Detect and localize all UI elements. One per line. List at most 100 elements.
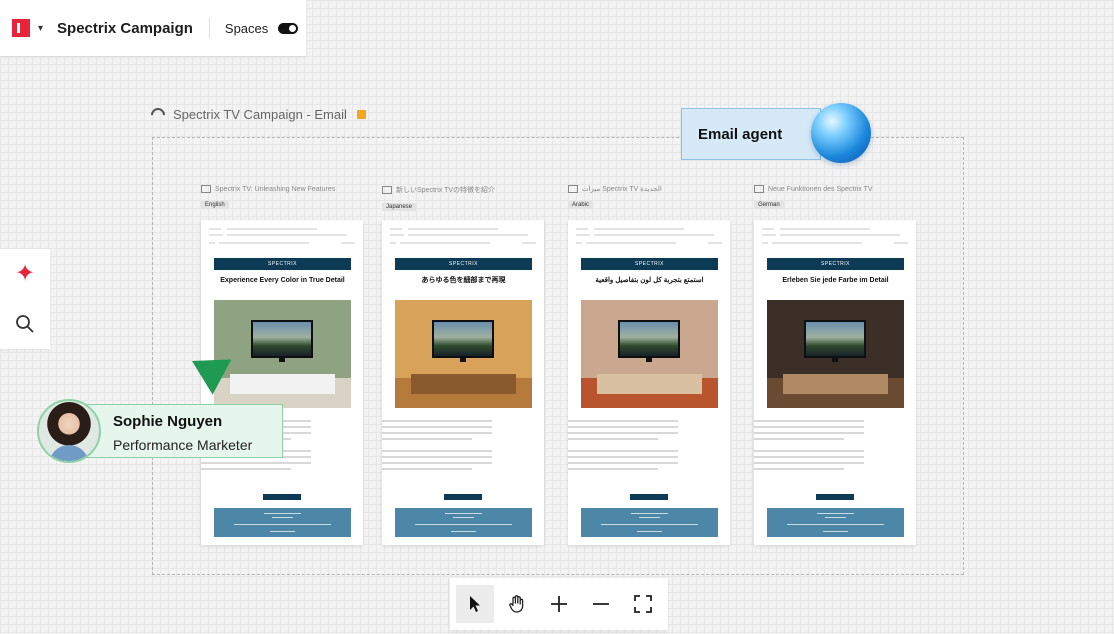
- footer-text-line: [601, 524, 698, 525]
- placeholder-line: [382, 468, 472, 470]
- placeholder-line: [772, 242, 862, 244]
- placeholder-line: [568, 438, 658, 440]
- placeholder-line: [390, 242, 396, 244]
- divider: [208, 18, 210, 38]
- spaces-toggle[interactable]: [278, 22, 299, 34]
- hero-image: [395, 300, 532, 408]
- language-badge: Japanese: [382, 203, 417, 211]
- email-header-arabic: ميزات Spectrix TV الجديدة Arabic: [568, 185, 738, 211]
- tv-image: [618, 320, 680, 358]
- avatar: [37, 399, 101, 463]
- placeholder-line: [227, 234, 347, 236]
- email-preview-arabic[interactable]: SPECTRIX استمتع بتجربة كل لون بتفاصيل وا…: [568, 220, 730, 545]
- fit-screen-button[interactable]: [624, 585, 662, 623]
- zoom-out-icon: [593, 603, 609, 605]
- ai-sparkle-icon: ✦: [14, 260, 36, 287]
- email-subject: Spectrix TV: Unleashing New Features: [215, 185, 336, 193]
- placeholder-line: [219, 242, 309, 244]
- hero-image: [214, 300, 351, 408]
- placeholder-line: [209, 234, 223, 236]
- search-button[interactable]: [0, 299, 50, 349]
- placeholder-line: [568, 468, 658, 470]
- placeholder-line: [209, 228, 221, 230]
- placeholder-line: [754, 432, 864, 434]
- placeholder-line: [754, 450, 864, 452]
- placeholder-line: [568, 432, 678, 434]
- placeholder-line: [594, 228, 684, 230]
- placeholder-line: [762, 234, 776, 236]
- app-logo-icon[interactable]: [12, 19, 30, 37]
- footer-text-line: [817, 513, 854, 514]
- placeholder-line: [780, 234, 900, 236]
- tv-image: [432, 320, 494, 358]
- media-console: [783, 374, 888, 394]
- placeholder-line: [894, 242, 908, 244]
- placeholder-line: [568, 462, 678, 464]
- placeholder-line: [341, 242, 355, 244]
- campaign-frame-title[interactable]: Spectrix TV Campaign - Email: [148, 104, 366, 125]
- tv-stand: [460, 358, 466, 362]
- placeholder-line: [576, 234, 590, 236]
- email-agent-label: Email agent: [698, 125, 783, 143]
- email-header-japanese: 新しいSpectrix TVの特徴を紹介 Japanese: [382, 185, 552, 213]
- envelope-icon: [754, 185, 764, 193]
- placeholder-line: [594, 234, 714, 236]
- cta-button[interactable]: [816, 494, 854, 500]
- placeholder-line: [209, 242, 215, 244]
- media-console: [411, 374, 516, 394]
- footer-text-line: [639, 517, 660, 518]
- tv-stand: [646, 358, 652, 362]
- footer-text-line: [451, 531, 476, 532]
- language-badge: Arabic: [568, 201, 594, 209]
- cta-button[interactable]: [263, 494, 301, 500]
- envelope-icon: [568, 185, 578, 193]
- collaborator-name: Sophie Nguyen: [113, 413, 223, 430]
- spaces-label: Spaces: [224, 20, 269, 36]
- footer-text-line: [272, 517, 293, 518]
- placeholder-line: [754, 468, 844, 470]
- loading-arc-icon: [148, 104, 168, 125]
- placeholder-line: [400, 242, 490, 244]
- email-agent-card[interactable]: Email agent: [681, 108, 821, 160]
- placeholder-line: [382, 420, 492, 422]
- placeholder-line: [780, 228, 870, 230]
- placeholder-line: [762, 242, 768, 244]
- placeholder-line: [754, 420, 864, 422]
- footer-text-line: [415, 524, 512, 525]
- cta-button[interactable]: [444, 494, 482, 500]
- email-preview-japanese[interactable]: SPECTRIX あらゆる色を細部まで再現: [382, 220, 544, 545]
- zoom-out-button[interactable]: [582, 585, 620, 623]
- placeholder-line: [762, 228, 774, 230]
- cta-button[interactable]: [630, 494, 668, 500]
- placeholder-line: [576, 228, 588, 230]
- hand-pan-icon: [509, 595, 524, 613]
- email-footer: [395, 508, 532, 537]
- placeholder-line: [522, 242, 536, 244]
- email-preview-english[interactable]: SPECTRIX Experience Every Color in True …: [201, 220, 363, 545]
- brand-bar: SPECTRIX: [214, 258, 351, 270]
- placeholder-line: [382, 426, 492, 428]
- select-tool-button[interactable]: [456, 585, 494, 623]
- placeholder-line: [382, 438, 472, 440]
- email-footer: [581, 508, 718, 537]
- placeholder-line: [382, 450, 492, 452]
- pan-tool-button[interactable]: [498, 585, 536, 623]
- placeholder-line: [754, 456, 864, 458]
- footer-text-line: [825, 517, 846, 518]
- email-preview-german[interactable]: SPECTRIX Erleben Sie jede Farbe im Detai…: [754, 220, 916, 545]
- zoom-in-button[interactable]: [540, 585, 578, 623]
- project-title[interactable]: Spectrix Campaign: [57, 20, 193, 37]
- hero-image: [767, 300, 904, 408]
- tv-image: [251, 320, 313, 358]
- tv-stand: [832, 358, 838, 362]
- email-footer: [214, 508, 351, 537]
- bottom-toolbar: [450, 578, 668, 630]
- email-subject: ميزات Spectrix TV الجديدة: [582, 186, 662, 193]
- select-cursor-icon: [470, 596, 480, 612]
- placeholder-line: [576, 242, 582, 244]
- placeholder-line: [390, 228, 402, 230]
- email-header-english: Spectrix TV: Unleashing New Features Eng…: [201, 185, 371, 211]
- ai-sparkle-button[interactable]: ✦: [0, 249, 50, 299]
- placeholder-line: [754, 438, 844, 440]
- chevron-down-icon[interactable]: ▾: [38, 23, 43, 34]
